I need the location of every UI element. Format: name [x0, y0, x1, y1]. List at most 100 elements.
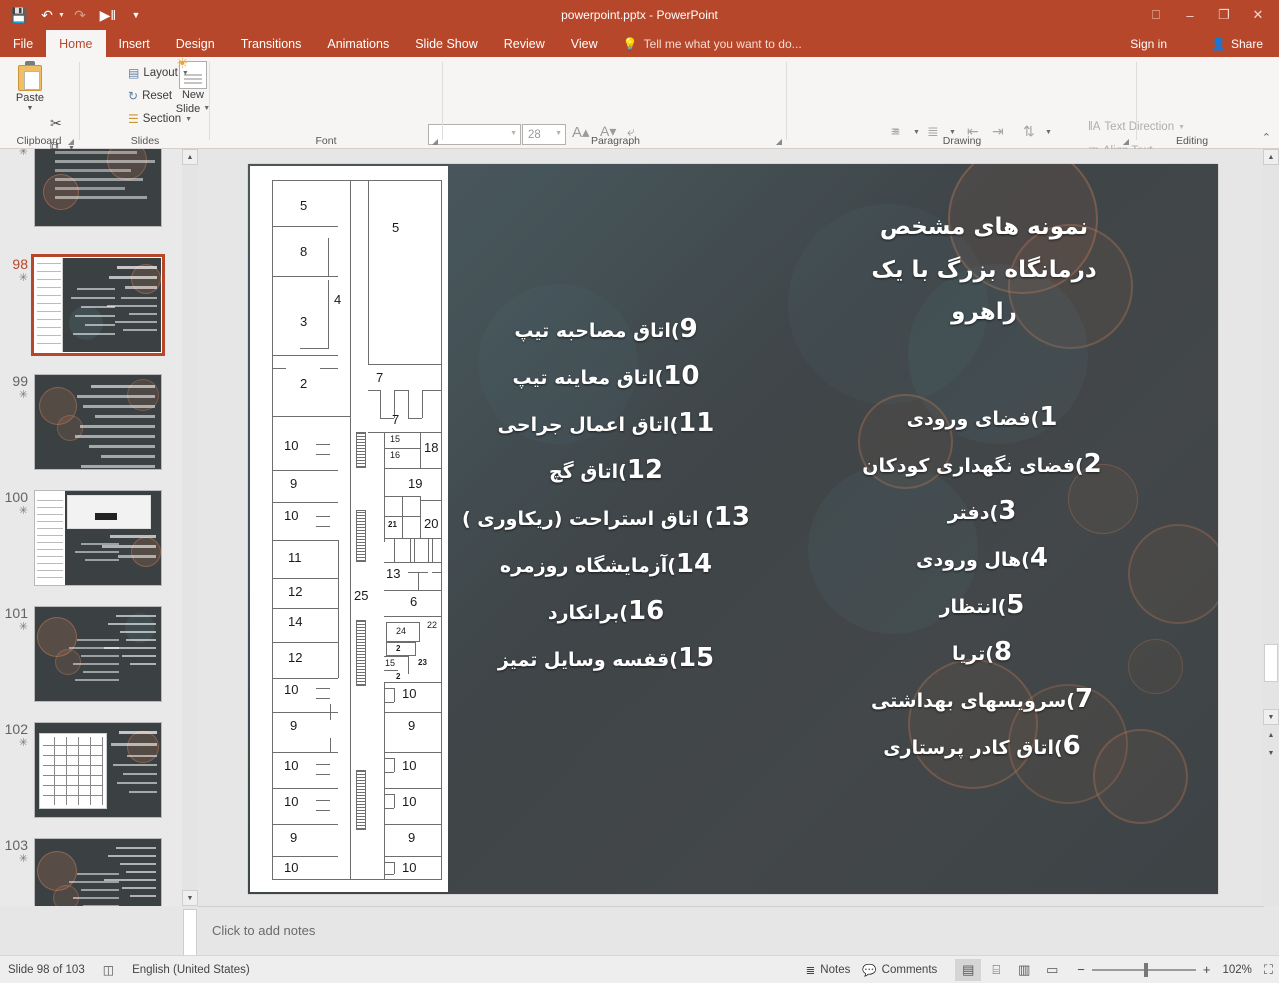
thumbnail-row-103[interactable]: 103 ✳ [0, 838, 182, 906]
restore-icon[interactable]: ❐ [1207, 1, 1241, 29]
thumbnail-pane-scrollbar[interactable]: ▲ ▼ [182, 149, 198, 967]
slide-scroll-up-icon[interactable]: ▲ [1263, 149, 1279, 165]
fit-slide-to-window-icon[interactable]: ⛶ [1264, 962, 1273, 978]
thumbnail-scroll-up-icon[interactable]: ▲ [182, 149, 198, 165]
previous-slide-icon[interactable]: ▲ [1263, 727, 1279, 743]
save-icon[interactable]: 💾 [6, 2, 32, 28]
tab-transitions[interactable]: Transitions [228, 30, 315, 57]
list-item: 3)دفتر [947, 496, 1017, 526]
thumbnail-image-99[interactable] [34, 374, 162, 470]
undo-icon[interactable]: ↶ [34, 2, 60, 28]
tab-home[interactable]: Home [46, 30, 106, 57]
slide-scroll-down-icon[interactable]: ▼ [1263, 709, 1279, 725]
item-text: هال ورودی [916, 549, 1022, 571]
ribbon-tabs: File Home Insert Design Transitions Anim… [0, 30, 1279, 57]
normal-view-button[interactable]: ▤ [955, 958, 982, 981]
reset-button[interactable]: ↻ Reset [128, 89, 172, 103]
notes-icon: ≣ [805, 964, 816, 977]
tab-file[interactable]: File [0, 30, 46, 57]
drawing-dialog-launcher[interactable]: ◢ [1123, 137, 1129, 146]
zoom-out-button[interactable]: − [1077, 962, 1085, 977]
tab-insert[interactable]: Insert [106, 30, 163, 57]
comments-button[interactable]: 💬 Comments [862, 963, 937, 977]
minimize-icon[interactable]: – [1173, 1, 1207, 29]
redo-icon[interactable]: ↷ [67, 2, 93, 28]
language-indicator[interactable]: English (United States) [132, 964, 250, 976]
animation-star-icon: ✳ [18, 737, 28, 749]
tab-view[interactable]: View [558, 30, 611, 57]
slide-right-list[interactable]: 1)فضای ورودی 2)فضای نگهداری کودکان 3)دفت… [772, 402, 1192, 778]
thumbnail-image-101[interactable] [34, 606, 162, 702]
section-caret[interactable]: ▼ [185, 116, 192, 123]
tell-me-placeholder: Tell me what you want to do... [643, 36, 802, 51]
slide-indicator[interactable]: Slide 98 of 103 [8, 964, 85, 976]
cut-icon[interactable]: ✂ [50, 115, 62, 132]
slide-editing-area[interactable]: 5 8 3 2 4 5 7 7 10 9 10 11 12 14 12 10 9… [198, 149, 1264, 906]
layout-caret[interactable]: ▼ [182, 70, 189, 77]
tab-slide-show[interactable]: Slide Show [402, 30, 491, 57]
tell-me-search[interactable]: 💡 Tell me what you want to do... [611, 30, 814, 57]
thumbnail-row-102[interactable]: 102 ✳ [0, 722, 182, 818]
list-item: 16)برانکارد [547, 596, 665, 626]
animation-star-icon: ✳ [18, 505, 28, 517]
zoom-level[interactable]: 102% [1222, 964, 1251, 976]
spell-check-icon[interactable]: ◫ [103, 963, 114, 977]
thumbnail-row-99[interactable]: 99 ✳ [0, 374, 182, 470]
share-button[interactable]: 👤 Share [1201, 30, 1273, 57]
group-label-paragraph: Paragraph [590, 135, 641, 147]
thumbnail-image-102[interactable] [34, 722, 162, 818]
paragraph-dialog-launcher[interactable]: ◢ [776, 137, 782, 146]
zoom-handle[interactable] [1143, 962, 1148, 977]
slide-show-button[interactable]: ▭ [1039, 959, 1065, 981]
floor-plan-drawing: 5 8 3 2 4 5 7 7 10 9 10 11 12 14 12 10 9… [272, 180, 442, 880]
close-icon[interactable]: ✕ [1241, 1, 1275, 29]
floor-plan-image[interactable]: 5 8 3 2 4 5 7 7 10 9 10 11 12 14 12 10 9… [250, 166, 448, 892]
title-bar: 💾 ↶ ▼ ↷ ▶‖ ▼ powerpoint.pptx - PowerPoint… [0, 0, 1279, 30]
thumbnail-row-97[interactable]: 97✳ [0, 149, 182, 227]
thumbnail-scroll-down-icon[interactable]: ▼ [182, 890, 198, 906]
thumbnail-image-103[interactable] [34, 838, 162, 906]
slide-sorter-view-button[interactable]: ⌸ [983, 959, 1009, 981]
tab-review[interactable]: Review [491, 30, 558, 57]
current-slide[interactable]: 5 8 3 2 4 5 7 7 10 9 10 11 12 14 12 10 9… [248, 164, 1218, 894]
thumbnail-image-100[interactable] [34, 490, 162, 586]
ribbon-group-font: ▼ 28 ▼ A▴ A▾ ⤶ B I U S abc AV ▼ Aa ▼ A ▼… [210, 57, 646, 172]
reading-view-button[interactable]: ▥ [1011, 959, 1037, 981]
next-slide-icon[interactable]: ▼ [1263, 745, 1279, 761]
list-item: 10)اتاق معاینه تیپ [512, 361, 700, 391]
tab-design[interactable]: Design [163, 30, 228, 57]
item-number: 8 [993, 637, 1012, 667]
slide-area-scrollbar[interactable]: ▲ ▼ ▲ ▼ [1263, 149, 1279, 906]
list-item: 12)اتاق گچ [548, 455, 663, 485]
item-number: 1 [1039, 402, 1058, 432]
zoom-slider[interactable]: − + [1077, 962, 1210, 977]
thumbnail-row-100[interactable]: 100 ✳ [0, 490, 182, 586]
slide-title[interactable]: نمونه های مشخص درمانگاه بزرگ با یک راهرو [774, 206, 1194, 334]
zoom-in-button[interactable]: + [1203, 962, 1211, 977]
paste-button[interactable]: Paste ▼ [8, 61, 52, 112]
paste-dropdown-caret[interactable]: ▼ [27, 105, 34, 112]
notes-pane[interactable]: Click to add notes [198, 906, 1264, 954]
customize-qat-icon[interactable]: ▼ [123, 2, 149, 28]
slide-middle-list[interactable]: 9)اتاق مصاحبه تیپ 10)اتاق معاینه تیپ 11)… [446, 314, 766, 690]
notes-button[interactable]: ≣ Notes [806, 963, 851, 977]
thumbnail-number-98: 98 ✳ [0, 257, 34, 353]
slide-thumbnail-pane[interactable]: 97✳ 98✳ [0, 149, 182, 906]
section-button[interactable]: ☰ Section ▼ [128, 112, 192, 126]
sign-in-button[interactable]: Sign in [1130, 30, 1167, 57]
font-dialog-launcher[interactable]: ◢ [432, 137, 438, 146]
tab-animations[interactable]: Animations [314, 30, 402, 57]
thumbnail-image-97[interactable] [34, 149, 162, 227]
thumbnail-row-98[interactable]: 98 ✳ [0, 254, 182, 356]
undo-dropdown-caret[interactable]: ▼ [58, 12, 65, 19]
start-slideshow-icon[interactable]: ▶‖ [95, 2, 121, 28]
layout-button[interactable]: ▤ Layout ▼ [128, 66, 189, 80]
ribbon-display-options-icon[interactable]: ⎕ [1139, 1, 1173, 29]
slide-scroll-thumb[interactable] [1264, 644, 1278, 682]
zoom-track[interactable] [1091, 962, 1196, 977]
thumbnail-row-101[interactable]: 101 ✳ [0, 606, 182, 702]
thumbnail-image-98[interactable] [31, 254, 165, 356]
collapse-ribbon-icon[interactable]: ⌃ [1262, 131, 1271, 144]
animation-star-icon: ✳ [18, 389, 28, 401]
clipboard-dialog-launcher[interactable]: ◢ [68, 137, 74, 146]
